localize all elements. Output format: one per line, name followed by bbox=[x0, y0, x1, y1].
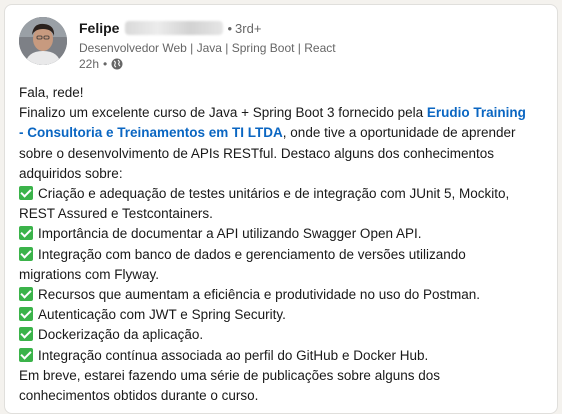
name-separator: • bbox=[227, 20, 233, 36]
connection-degree: 3rd+ bbox=[235, 20, 262, 36]
time-separator: • bbox=[103, 57, 108, 71]
list-item-continuation: migrations com Flyway. bbox=[19, 266, 160, 282]
author-name-row: Felipe • 3rd+ bbox=[79, 18, 261, 38]
check-mark-icon bbox=[19, 347, 33, 362]
list-item-text: Importância de documentar a API utilizan… bbox=[38, 226, 422, 242]
check-mark-icon bbox=[19, 186, 33, 201]
check-mark-icon bbox=[19, 287, 33, 302]
post-intro-line-3: sobre o desenvolvimento de APIs RESTful.… bbox=[19, 145, 495, 161]
list-item: Importância de documentar a API utilizan… bbox=[19, 224, 549, 244]
list-item-text: Integração com banco de dados e gerencia… bbox=[38, 246, 466, 262]
check-mark-icon bbox=[19, 246, 33, 261]
post-intro-line-2: - Consultoria e Treinamentos em TI LTDA,… bbox=[19, 123, 549, 143]
check-mark-icon bbox=[19, 307, 33, 322]
intro-text: Finalizo um excelente curso de Java + Sp… bbox=[19, 105, 427, 121]
profile-photo-icon bbox=[19, 17, 67, 65]
post-card: Felipe • 3rd+ Desenvolvedor Web | Java |… bbox=[4, 4, 558, 414]
post-intro-line-1: Finalizo um excelente curso de Java + Sp… bbox=[19, 103, 549, 123]
post-time: 22h bbox=[79, 57, 100, 71]
author-headline: Desenvolvedor Web | Java | Spring Boot |… bbox=[79, 41, 336, 55]
post-closing-line-1: Em breve, estarei fazendo uma série de p… bbox=[19, 367, 440, 383]
post-closing-line-2: conhecimentos obtidos durante o curso. bbox=[19, 388, 259, 404]
company-link[interactable]: Erudio Training bbox=[427, 105, 526, 120]
post-meta: 22h • bbox=[79, 57, 123, 71]
list-item: Autenticação com JWT e Spring Security. bbox=[19, 305, 549, 325]
list-item: Integração com banco de dados e gerencia… bbox=[19, 245, 549, 265]
post-intro-line-4: adquiridos sobre: bbox=[19, 165, 123, 181]
list-item-text: Criação e adequação de testes unitários … bbox=[38, 186, 510, 202]
list-item-text: Integração contínua associada ao perfil … bbox=[38, 347, 429, 363]
company-link-continued[interactable]: - Consultoria e Treinamentos em TI LTDA bbox=[19, 125, 283, 140]
intro-text-after-link: , onde tive a oportunidade de aprender bbox=[282, 125, 516, 141]
blurred-surname bbox=[125, 21, 224, 35]
author-name[interactable]: Felipe bbox=[79, 20, 119, 36]
post-content: Fala, rede! Finalizo um excelente curso … bbox=[19, 83, 549, 406]
globe-icon bbox=[111, 58, 123, 70]
check-mark-icon bbox=[19, 226, 33, 241]
list-item-text: Recursos que aumentam a eficiência e pro… bbox=[38, 287, 481, 303]
list-item: Recursos que aumentam a eficiência e pro… bbox=[19, 285, 549, 305]
post-header: Felipe • 3rd+ Desenvolvedor Web | Java |… bbox=[19, 17, 549, 79]
list-item-continuation: REST Assured e Testcontainers. bbox=[19, 206, 213, 222]
list-item: Criação e adequação de testes unitários … bbox=[19, 184, 549, 204]
list-item: Integração contínua associada ao perfil … bbox=[19, 346, 549, 366]
list-item: Dockerização da aplicação. bbox=[19, 325, 549, 345]
author-avatar[interactable] bbox=[19, 17, 67, 65]
list-item-text: Autenticação com JWT e Spring Security. bbox=[38, 307, 286, 323]
list-item-text: Dockerização da aplicação. bbox=[38, 327, 204, 343]
check-mark-icon bbox=[19, 327, 33, 342]
post-greeting: Fala, rede! bbox=[19, 85, 84, 100]
